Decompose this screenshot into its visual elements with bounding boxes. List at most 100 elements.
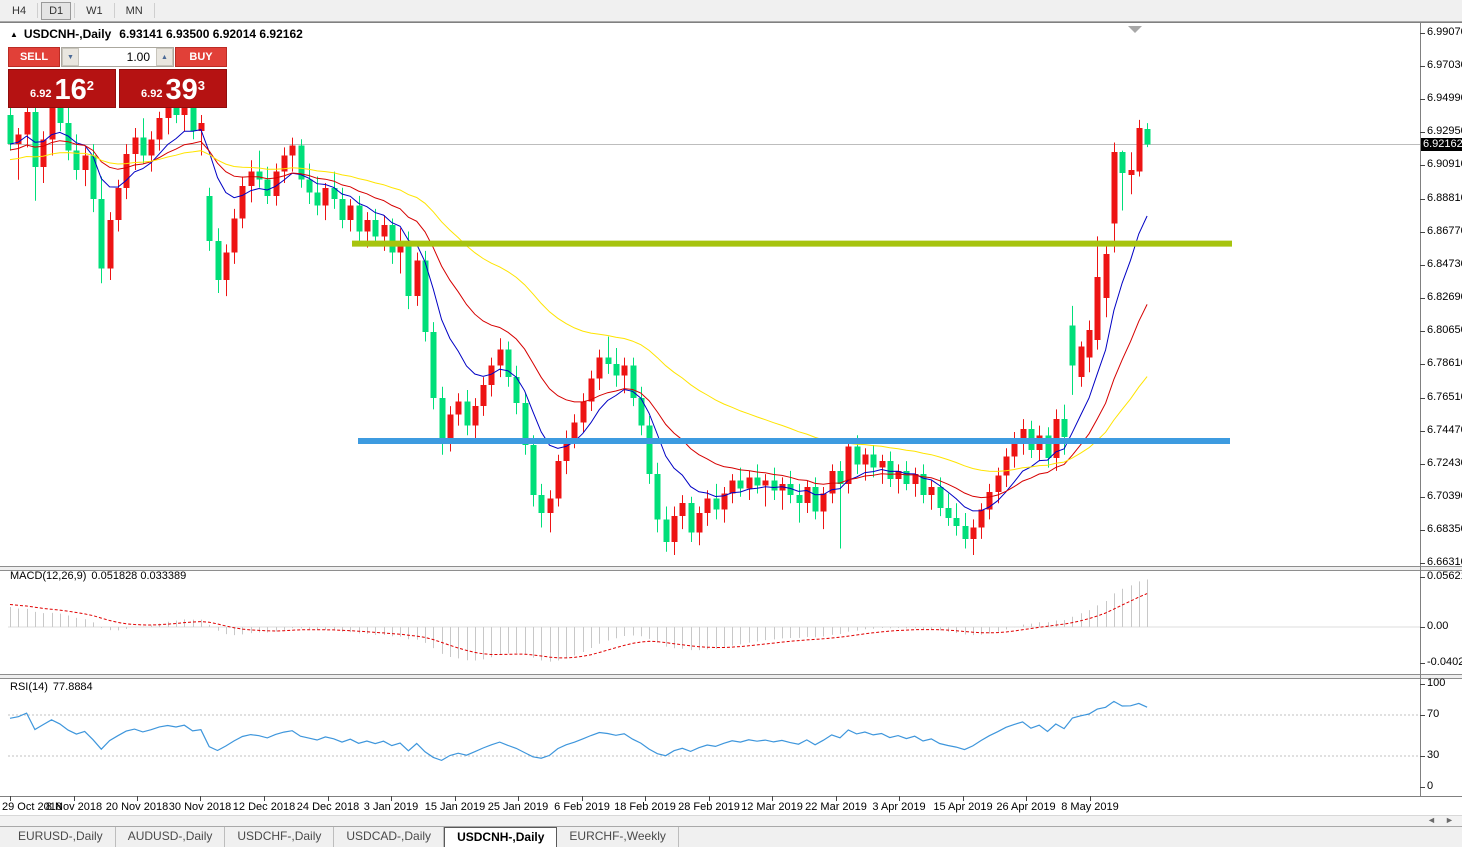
ma-line-9 [9,129,1148,512]
chart-tab-usdcnh-daily[interactable]: USDCNH-,Daily [444,827,558,847]
macd-pane-label: MACD(12,26,9) 0.051828 0.033389 [10,570,186,582]
date-axis-label: 15 Apr 2019 [933,801,993,813]
sell-price-panel[interactable]: 6.92 16 2 [8,69,116,108]
candle [837,461,844,549]
buy-price-pips: 39 [165,74,198,106]
candle [248,160,255,203]
candle [256,150,263,188]
buy-price-point: 3 [197,78,205,93]
candle [829,464,836,504]
volume-decrease-icon[interactable]: ▼ [62,48,79,66]
ma-line-20 [9,140,1148,499]
candle [264,166,271,204]
price-axis-label: 6.76510 [1427,391,1462,403]
candle [239,176,246,229]
date-axis-label: 30 Nov 2018 [168,801,232,813]
candle [679,495,686,530]
candle [630,357,637,407]
candle [298,139,305,188]
price-axis-label: 6.88810 [1427,192,1462,204]
candle [937,477,944,517]
macd-histogram [10,579,1148,662]
date-axis-label: 25 Jan 2019 [487,801,549,813]
toolbar-separator [37,3,39,18]
candles-layer [7,90,1151,555]
price-axis-label: 6.78610 [1427,357,1462,369]
candle [870,445,877,478]
scroll-left-icon[interactable]: ◄ [1427,815,1436,825]
rsi-value: 77.8884 [52,681,93,693]
candle [372,208,379,245]
candle [1136,119,1143,177]
candle [107,212,114,281]
timeframe-button-h4[interactable]: H4 [4,2,34,20]
candle [447,406,454,452]
date-axis-label: 12 Dec 2018 [232,801,296,813]
candle [215,228,222,293]
candle [787,470,794,504]
sell-price-prefix: 6.92 [30,88,52,100]
candle [887,451,894,488]
macd-signal-line [9,593,1148,659]
volume-stepper: ▼ 1.00 ▲ [61,47,174,67]
candle [488,357,495,397]
scroll-right-icon[interactable]: ► [1445,815,1454,825]
chart-tab-audusd-daily[interactable]: AUDUSD-,Daily [116,827,226,847]
chart-ohlc-values: 6.93141 6.93500 6.92014 6.92162 [119,27,303,41]
candle [804,480,811,513]
rsi-axis-label: 30 [1427,749,1440,761]
candle [347,199,354,232]
volume-input[interactable]: 1.00 [79,48,156,66]
candle [605,336,612,374]
volume-increase-icon[interactable]: ▲ [156,48,173,66]
timeframe-button-mn[interactable]: MN [118,2,151,20]
buy-price-panel[interactable]: 6.92 39 3 [119,69,227,108]
sell-price-pips: 16 [54,74,87,106]
candle [1011,432,1018,468]
price-axis-label: 6.97030 [1427,59,1462,71]
date-axis-label: 18 Feb 2019 [614,801,676,813]
mt4-window: H4 D1 W1 MN ▲ USDCNH-,Daily 6.93141 6.93500 6… [0,0,1462,847]
candle [414,252,421,306]
candle [1111,142,1118,253]
scroll-to-end-icon[interactable] [1128,26,1142,33]
candle [206,187,213,251]
candle [970,519,977,555]
date-axis-label: 26 Apr 2019 [996,801,1056,813]
candle [530,435,537,507]
candle [613,347,620,387]
chart-scrollbar[interactable]: ◄ ► [0,815,1462,826]
macd-axis-label: 0.00 [1427,620,1449,632]
price-axis-label: 6.72430 [1427,457,1462,469]
candle [1144,123,1151,148]
chart-tab-usdchf-daily[interactable]: USDCHF-,Daily [225,827,335,847]
toolbar-separator [74,3,76,18]
one-click-trading-panel: SELL ▼ 1.00 ▲ BUY 6.92 16 2 6.92 39 3 [8,47,227,108]
candle [580,393,587,433]
buy-button[interactable]: BUY [175,47,227,67]
candle [1119,150,1126,211]
chart-tab-eurchf-weekly[interactable]: EURCHF-,Weekly [557,827,679,847]
candle [912,467,919,497]
candle [24,105,31,148]
date-axis-label: 24 Dec 2018 [296,801,360,813]
sell-button[interactable]: SELL [8,47,60,67]
price-axis-label: 6.68350 [1427,523,1462,535]
candle [796,483,803,523]
axis-borders [0,23,1462,801]
timeframe-button-w1[interactable]: W1 [78,2,111,20]
chart-tab-eurusd-daily[interactable]: EURUSD-,Daily [6,827,116,847]
candle [596,349,603,391]
candle [1003,448,1010,488]
toolbar-separator [153,3,155,18]
date-axis-label: 8 May 2019 [1061,801,1119,813]
candle [322,182,329,221]
rsi-line [9,700,1148,762]
candle [962,512,969,549]
candle [132,127,139,171]
candle [15,127,22,180]
rsi-pane-label: RSI(14) 77.8884 [10,681,93,693]
object-marker-icon[interactable]: ▲ [10,30,18,39]
timeframe-button-d1[interactable]: D1 [41,1,72,20]
chart-tab-usdcad-daily[interactable]: USDCAD-,Daily [334,827,445,847]
